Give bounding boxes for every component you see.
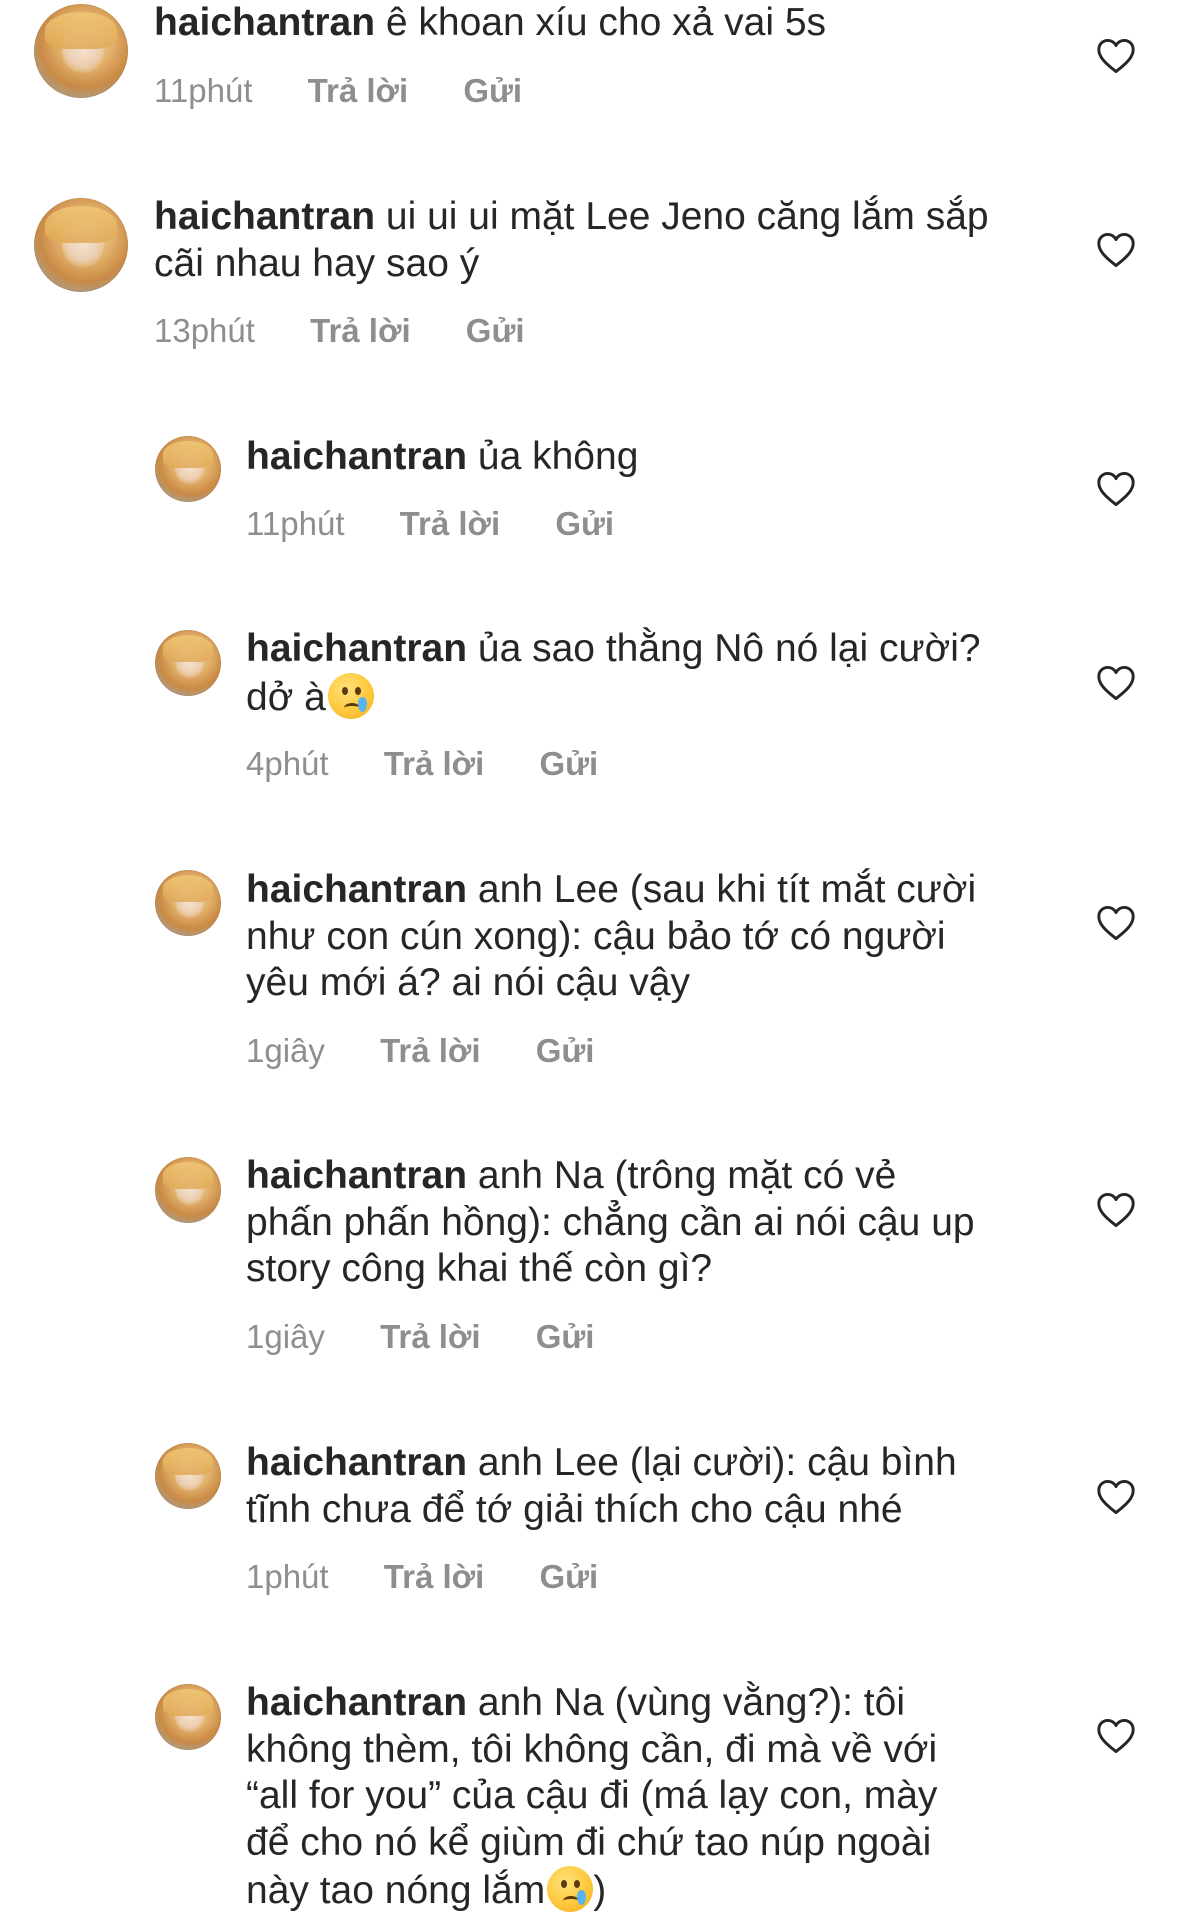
heart-outline-icon[interactable] (1096, 38, 1136, 74)
comment-text: haichantran ê khoan xíu cho xả vai 5s (154, 0, 1054, 47)
reply-body-line: không thèm, tôi không cần, đi mà về với (246, 1727, 938, 1771)
reply-body-line: phấn phấn hồng): chẳng cần ai nói cậu up (246, 1200, 975, 1244)
reply-body-line: anh Lee (lại cười): cậu bình (477, 1441, 957, 1484)
reply-text: haichantran ủa sao thằng Nô nó lại cười?… (246, 626, 1046, 721)
reply-body-line: để cho nó kể giùm đi chứ tao núp ngoài (246, 1820, 932, 1864)
reply-body-line: tĩnh chưa để tớ giải thích cho cậu nhé (246, 1487, 903, 1531)
avatar[interactable] (155, 1684, 221, 1750)
reply-button[interactable]: Trả lời (380, 1032, 481, 1070)
reply-text: haichantran anh Lee (lại cười): cậu bình… (246, 1440, 1046, 1533)
avatar[interactable] (155, 870, 221, 936)
comment-time: 13phút (154, 312, 255, 349)
sad-tear-emoji (547, 1866, 594, 1912)
reply-button[interactable]: Trả lời (384, 745, 485, 783)
reply-text: haichantran anh Lee (sau khi tít mắt cườ… (246, 867, 1046, 1007)
reply-text: haichantran ủa không (246, 434, 1046, 481)
reply-body-line: anh Na (vùng vằng?): tôi (477, 1681, 906, 1724)
heart-outline-icon[interactable] (1096, 1479, 1136, 1515)
reply-button[interactable]: Trả lời (384, 1558, 485, 1596)
avatar[interactable] (34, 198, 128, 292)
comment-body-line: cãi nhau hay sao ý (154, 241, 480, 285)
heart-outline-icon[interactable] (1096, 665, 1136, 701)
reply-text: haichantran anh Na (trông mặt có vẻ phấn… (246, 1153, 1046, 1293)
reply-body-tail: ) (593, 1869, 607, 1912)
comment-username[interactable]: haichantran (154, 195, 375, 238)
reply-body-line: “all for you” của cậu đi (má lạy con, mà… (246, 1774, 938, 1817)
heart-outline-icon[interactable] (1096, 471, 1136, 507)
comment-body-line: ui ui ui mặt Lee Jeno căng lắm sắp (385, 195, 989, 238)
reply-time: 4phút (246, 745, 329, 782)
reply-button[interactable]: Trả lời (400, 505, 501, 543)
reply-body-line: yêu mới á? ai nói cậu vậy (246, 961, 690, 1004)
reply-body: ủa không (477, 435, 639, 478)
send-button[interactable]: Gửi (539, 745, 598, 783)
comment-meta: 11phút Trả lời Gửi (154, 72, 522, 110)
reply-body-line: này tao nóng lắm (246, 1869, 546, 1912)
comment-text: haichantran ui ui ui mặt Lee Jeno căng l… (154, 194, 1054, 287)
reply-text: haichantran anh Na (vùng vằng?): tôi khô… (246, 1680, 1046, 1915)
send-button[interactable]: Gửi (536, 1318, 595, 1356)
heart-outline-icon[interactable] (1096, 1718, 1136, 1754)
heart-outline-icon[interactable] (1096, 905, 1136, 941)
reply-username[interactable]: haichantran (246, 627, 467, 670)
send-button[interactable]: Gửi (536, 1032, 595, 1070)
avatar[interactable] (34, 4, 128, 98)
comment-time: 11phút (154, 72, 253, 109)
reply-body-line: như con cún xong): cậu bảo tớ có người (246, 914, 946, 958)
send-button[interactable]: Gửi (539, 1558, 598, 1596)
send-button[interactable]: Gửi (463, 72, 522, 110)
reply-button[interactable]: Trả lời (308, 72, 409, 110)
reply-time: 1phút (246, 1558, 329, 1595)
reply-body-line: story công khai thế còn gì? (246, 1247, 713, 1290)
avatar[interactable] (155, 1443, 221, 1509)
reply-username[interactable]: haichantran (246, 1441, 467, 1484)
reply-body-line: anh Lee (sau khi tít mắt cười (477, 868, 977, 911)
comment-body: ê khoan xíu cho xả vai 5s (385, 1, 827, 44)
reply-meta: 1giây Trả lời Gửi (246, 1318, 594, 1356)
reply-body-line: dở à (246, 675, 326, 719)
reply-body-line: ủa sao thằng Nô nó lại cười? (477, 627, 981, 670)
reply-username[interactable]: haichantran (246, 435, 467, 478)
reply-username[interactable]: haichantran (246, 868, 467, 911)
reply-username[interactable]: haichantran (246, 1681, 467, 1724)
heart-outline-icon[interactable] (1096, 1192, 1136, 1228)
reply-meta: 1giây Trả lời Gửi (246, 1032, 594, 1070)
reply-time: 11phút (246, 505, 345, 542)
heart-outline-icon[interactable] (1096, 232, 1136, 268)
reply-time: 1giây (246, 1032, 325, 1069)
avatar[interactable] (155, 436, 221, 502)
send-button[interactable]: Gửi (466, 312, 525, 350)
reply-meta: 1phút Trả lời Gửi (246, 1558, 598, 1596)
avatar[interactable] (155, 1157, 221, 1223)
reply-button[interactable]: Trả lời (310, 312, 411, 350)
reply-username[interactable]: haichantran (246, 1154, 467, 1197)
sad-tear-emoji (327, 672, 374, 719)
reply-body-line: anh Na (trông mặt có vẻ (477, 1154, 897, 1197)
reply-time: 1giây (246, 1318, 325, 1355)
reply-meta: 4phút Trả lời Gửi (246, 745, 598, 783)
reply-button[interactable]: Trả lời (380, 1318, 481, 1356)
send-button[interactable]: Gửi (555, 505, 614, 543)
avatar[interactable] (155, 630, 221, 696)
reply-meta: 11phút Trả lời Gửi (246, 505, 614, 543)
comment-username[interactable]: haichantran (154, 1, 375, 44)
comment-meta: 13phút Trả lời Gửi (154, 312, 525, 350)
